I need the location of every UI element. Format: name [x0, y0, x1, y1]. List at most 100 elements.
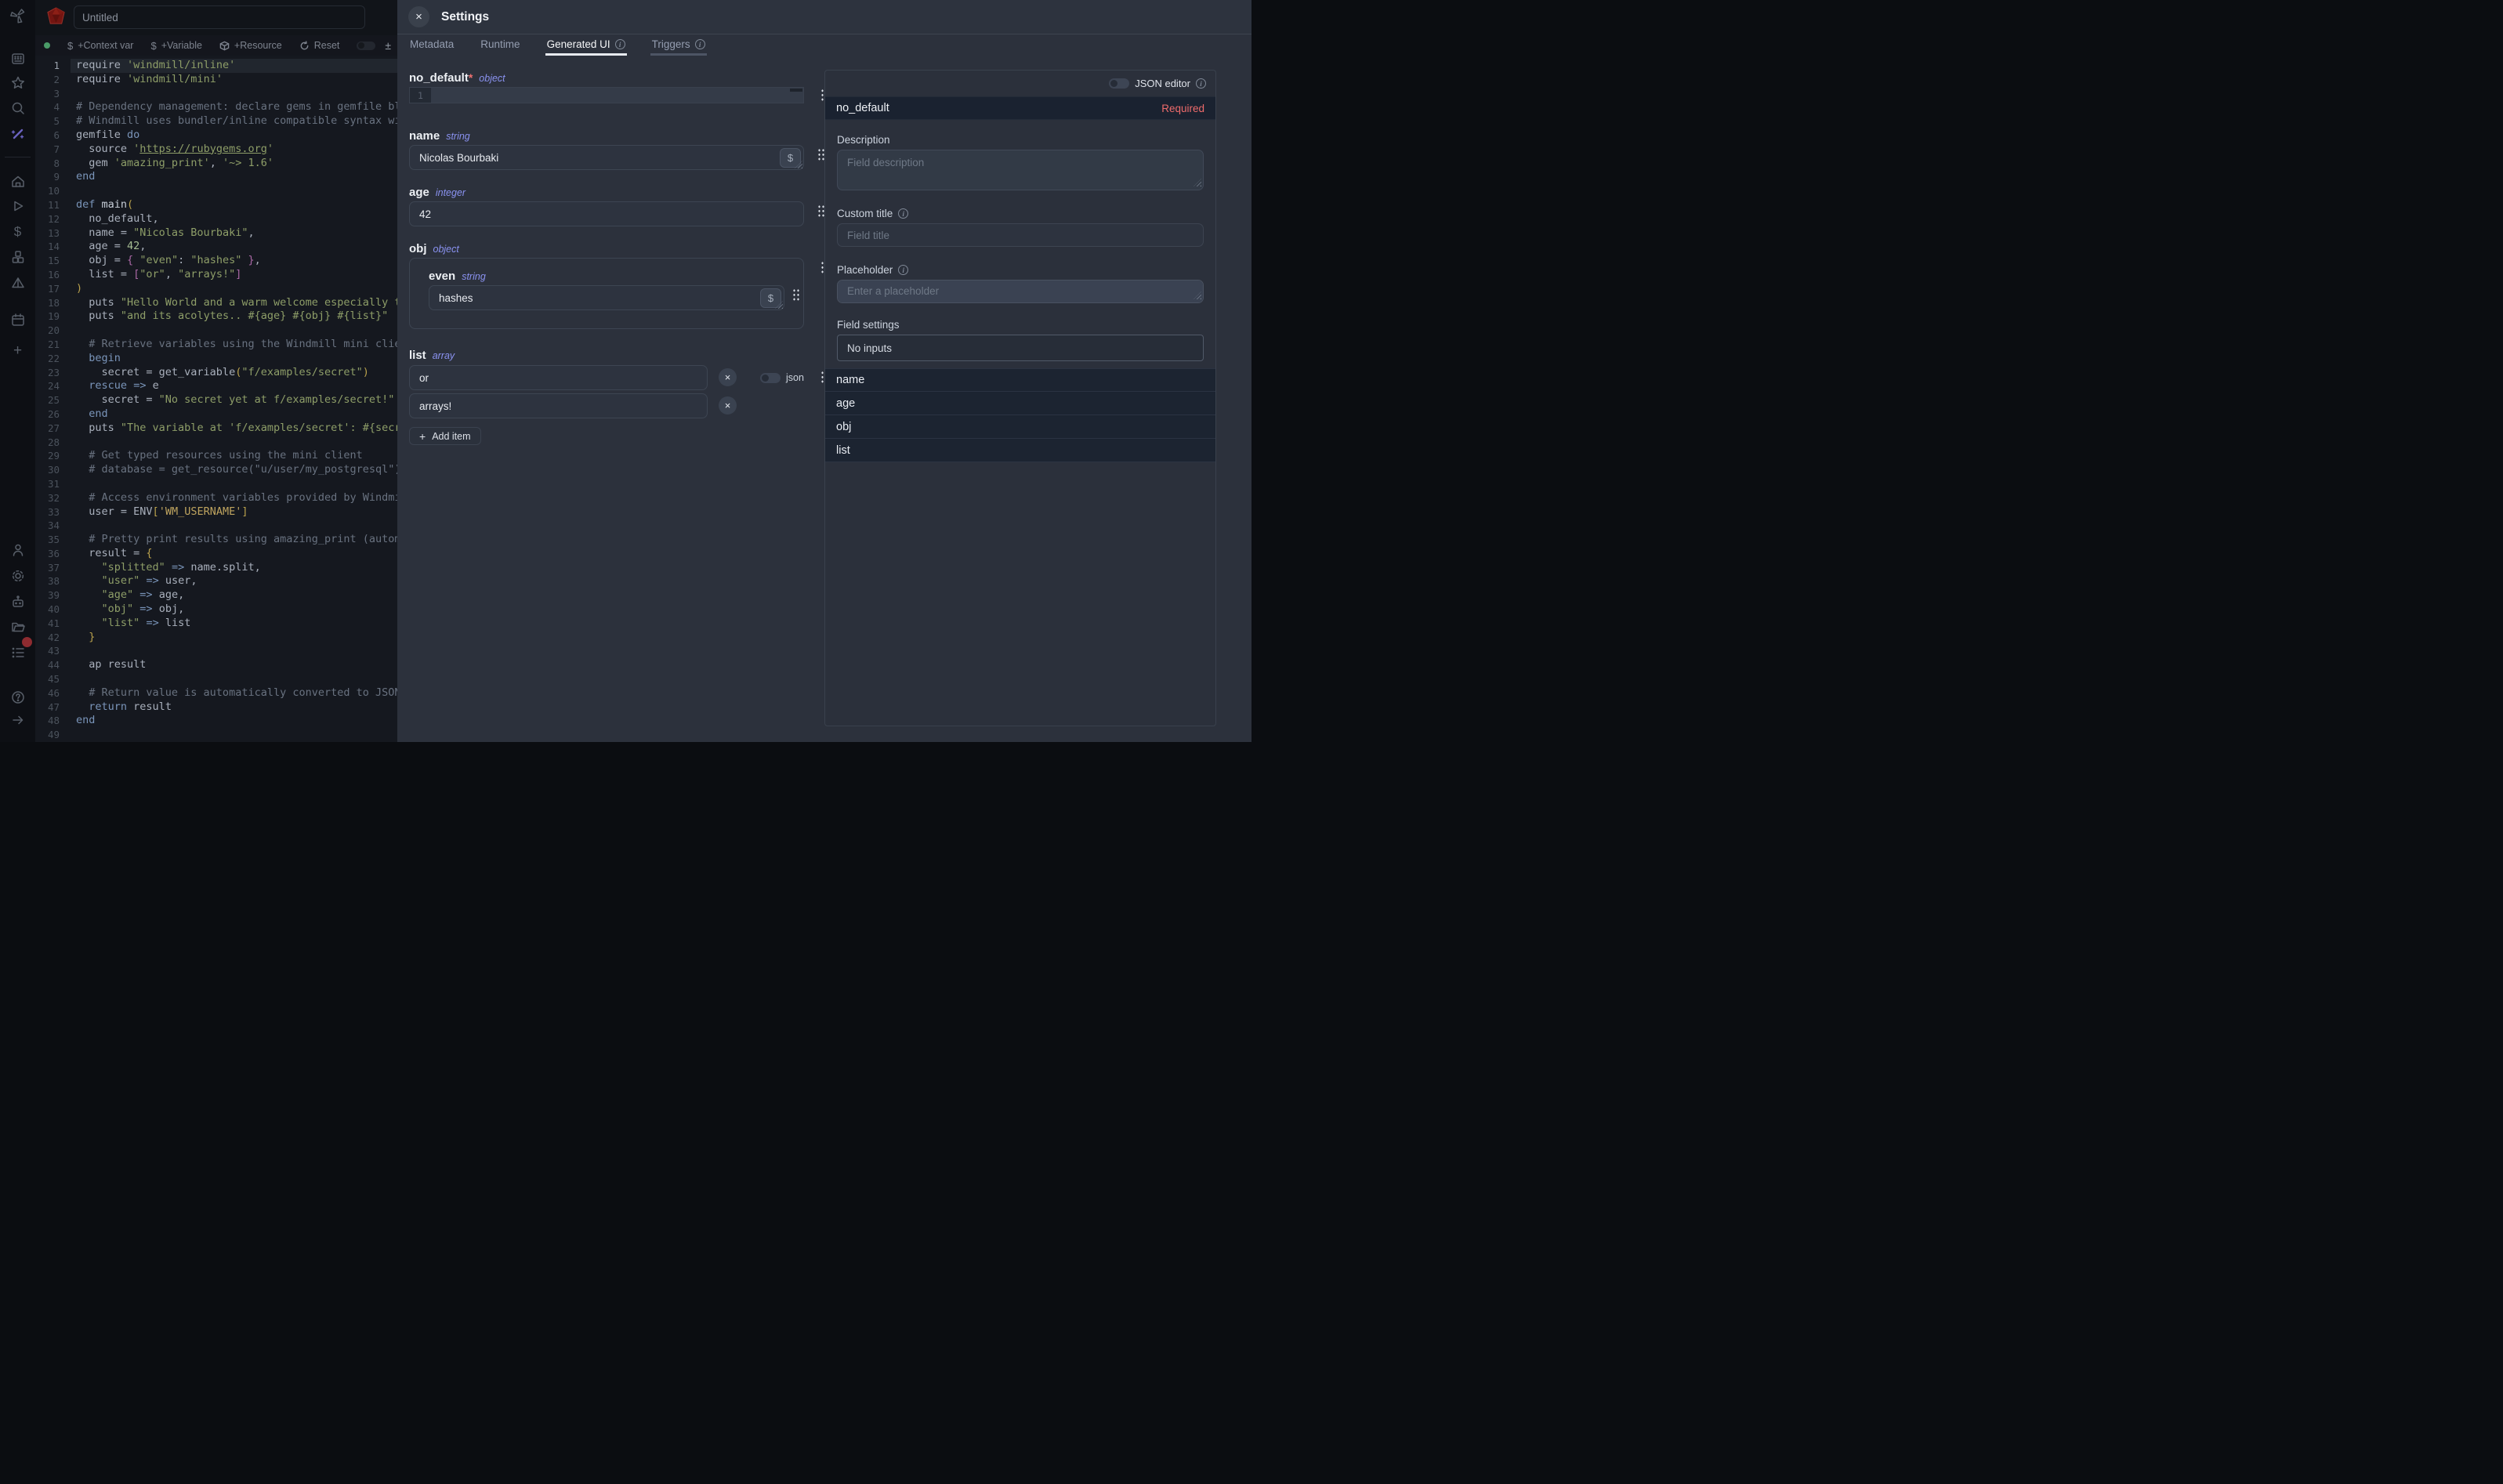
custom-title-label: Custom title — [837, 208, 1204, 219]
settings-modal: × Settings Metadata Runtime Generated UI… — [397, 0, 1252, 742]
field-type: object — [479, 73, 505, 84]
info-icon — [1196, 78, 1206, 89]
home-icon[interactable] — [9, 173, 26, 190]
obj-nested-box: even string $ — [409, 258, 804, 329]
json-toggle-label: json — [786, 372, 804, 383]
help-icon[interactable] — [9, 689, 26, 705]
collapsed-field-rows: nameageobjlist — [825, 368, 1215, 462]
list-item-input[interactable] — [409, 365, 708, 390]
tab-metadata[interactable]: Metadata — [408, 35, 455, 56]
field-row-list[interactable]: list — [825, 439, 1215, 462]
editor-scrollbar[interactable] — [790, 89, 802, 92]
field-list: list array × json × + — [409, 349, 824, 445]
placeholder-textarea[interactable] — [837, 280, 1204, 303]
calendar-icon[interactable] — [9, 311, 26, 328]
plus-icon: + — [419, 430, 426, 443]
field-name: age — [409, 186, 429, 199]
field-type: object — [433, 244, 459, 255]
name-input[interactable] — [409, 145, 804, 170]
drag-handle-icon[interactable] — [792, 288, 800, 301]
dollar-icon: $ — [67, 40, 73, 52]
windmill-logo-icon[interactable] — [9, 7, 26, 24]
add-context-var-button[interactable]: $ +Context var — [67, 40, 133, 52]
remove-item-icon[interactable]: × — [719, 396, 737, 414]
variables-dollar-icon[interactable]: $ — [9, 223, 26, 240]
list-item: × — [409, 393, 708, 418]
plusminus-label[interactable]: ± — [385, 39, 391, 52]
close-icon[interactable]: × — [408, 6, 429, 27]
user-icon[interactable] — [9, 541, 26, 558]
folders-icon[interactable] — [9, 618, 26, 635]
age-input[interactable] — [409, 201, 804, 226]
windmill-app: $ + — [0, 0, 1252, 742]
logs-list-icon[interactable] — [9, 644, 26, 661]
settings-gear-icon[interactable] — [9, 567, 26, 584]
add-plus-icon[interactable]: + — [9, 342, 26, 359]
ruby-language-icon — [45, 5, 67, 27]
template-dollar-button[interactable]: $ — [760, 288, 781, 308]
field-age: age integer — [409, 186, 824, 226]
expand-arrow-icon[interactable] — [9, 711, 26, 728]
field-name: no_default* — [409, 71, 473, 85]
template-dollar-button[interactable]: $ — [780, 148, 801, 168]
json-editor-toggle-row: JSON editor — [825, 71, 1215, 96]
field-row-obj[interactable]: obj — [825, 415, 1215, 439]
info-icon — [615, 39, 625, 49]
field-row-age[interactable]: age — [825, 392, 1215, 415]
runs-play-icon[interactable] — [9, 197, 26, 214]
reset-arrow-icon — [299, 41, 310, 51]
info-icon — [898, 208, 908, 219]
ai-wand-icon[interactable] — [9, 125, 26, 142]
description-textarea[interactable] — [837, 150, 1204, 190]
dollar-icon: $ — [150, 40, 156, 52]
json-toggle[interactable] — [760, 373, 781, 383]
reset-button[interactable]: Reset — [299, 40, 340, 51]
tab-generated-ui[interactable]: Generated UI — [545, 35, 627, 56]
schedules-prism-icon[interactable] — [9, 274, 26, 291]
add-resource-button[interactable]: +Resource — [219, 40, 282, 51]
remove-item-icon[interactable]: × — [719, 368, 737, 386]
field-name: obj — [409, 242, 427, 255]
resources-cubes-icon[interactable] — [9, 248, 26, 265]
field-settings-label: Field settings — [837, 319, 1204, 331]
add-variable-button[interactable]: $ +Variable — [150, 40, 201, 52]
field-name-string: name string $ — [409, 129, 824, 170]
field-config-body: Description Custom title Placeholder Fie… — [825, 120, 1215, 361]
info-icon — [695, 39, 705, 49]
tab-triggers[interactable]: Triggers — [650, 35, 707, 56]
even-input[interactable] — [429, 285, 784, 310]
field-row-name[interactable]: name — [825, 368, 1215, 392]
no-inputs-box: No inputs — [837, 335, 1204, 361]
field-obj: obj object even string $ — [409, 242, 824, 329]
custom-title-input[interactable] — [837, 223, 1204, 247]
list-item-input[interactable] — [409, 393, 708, 418]
settings-modal-header: × Settings — [397, 0, 1252, 34]
icon-rail: $ + — [0, 0, 35, 742]
search-icon[interactable] — [9, 100, 26, 116]
field-type: integer — [436, 187, 465, 198]
placeholder-label: Placeholder — [837, 264, 1204, 276]
field-name: even — [429, 270, 455, 283]
lsp-status-dot — [44, 42, 50, 49]
favorites-star-icon[interactable] — [9, 74, 26, 91]
field-name: list — [409, 349, 426, 362]
no-default-json-editor[interactable]: 1 — [409, 87, 804, 103]
robot-icon[interactable] — [9, 593, 26, 610]
selected-field-row[interactable]: no_default Required — [825, 96, 1215, 120]
package-icon — [219, 41, 230, 51]
field-type: string — [462, 271, 486, 282]
field-no-default: no_default* object 1 — [409, 71, 824, 103]
add-item-button[interactable]: + Add item — [409, 427, 481, 445]
description-label: Description — [837, 134, 1204, 146]
list-item: × json — [409, 365, 708, 390]
tab-runtime[interactable]: Runtime — [479, 35, 521, 56]
script-title-input[interactable] — [74, 5, 365, 29]
field-type: string — [446, 131, 470, 142]
diff-toggle[interactable] — [357, 42, 375, 50]
info-icon — [898, 265, 908, 275]
field-config-panel: JSON editor no_default Required Descript… — [824, 70, 1216, 726]
json-editor-toggle[interactable] — [1109, 78, 1129, 89]
notification-dot — [22, 637, 32, 647]
modal-title: Settings — [441, 10, 489, 24]
workspace-icon[interactable] — [9, 50, 26, 67]
